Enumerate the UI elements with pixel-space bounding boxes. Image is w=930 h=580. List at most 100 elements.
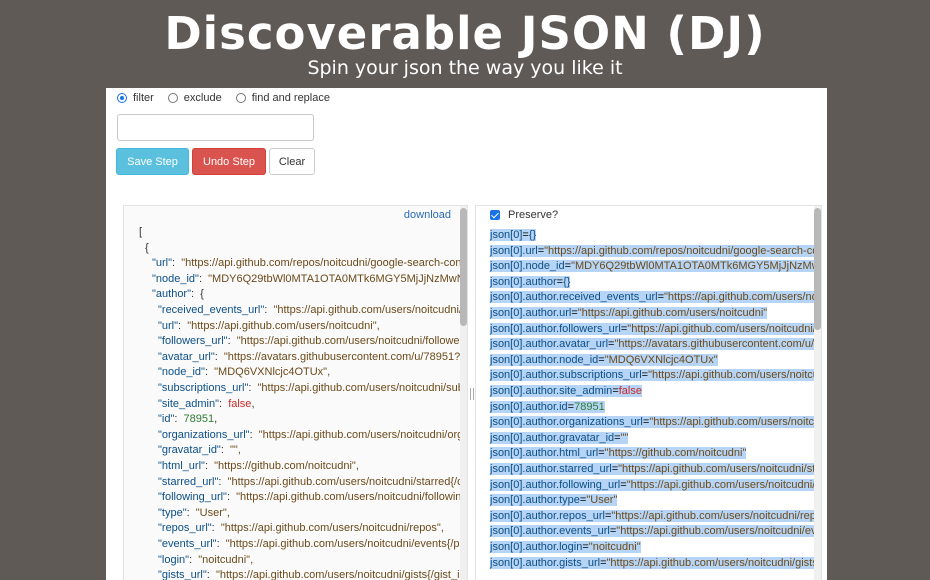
path-line[interactable]: json[0].author.gravatar_id="" (490, 431, 629, 446)
json-line[interactable]: "avatar_url": "https://avatars.githubuse… (158, 350, 467, 364)
path-line[interactable]: json[0].author.site_admin=false (490, 384, 642, 399)
json-line[interactable]: "followers_url": "https://api.github.com… (158, 334, 467, 348)
json-line[interactable]: "node_id": "MDY6Q29tbWl0MTA1OTA0MTk6MGY5… (152, 272, 467, 286)
path-line[interactable]: json[0].author.events_url="https://api.g… (490, 524, 821, 539)
json-value: "https://api.github.com/users/noitcudni/… (236, 491, 467, 504)
left-scrollbar[interactable] (460, 206, 467, 580)
json-source-panel[interactable]: download [{"url": "https://api.github.co… (123, 205, 468, 580)
path-line[interactable]: json[0]={} (490, 228, 537, 243)
download-link[interactable]: download (404, 209, 451, 221)
path-key: json[0].author.subscriptions_url (490, 369, 642, 382)
json-line[interactable]: "gists_url": "https://api.github.com/use… (158, 568, 467, 580)
preserve-toggle[interactable]: Preserve? (490, 209, 558, 221)
json-line[interactable]: "starred_url": "https://api.github.com/u… (158, 475, 467, 489)
mode-find-replace[interactable]: find and replace (235, 92, 330, 104)
path-line[interactable]: json[0].author.subscriptions_url="https:… (490, 368, 821, 383)
path-line[interactable]: json[0].author.following_url="https://ap… (490, 478, 821, 493)
json-key: "following_url" (158, 491, 227, 504)
path-line[interactable]: json[0].author.starred_url="https://api.… (490, 462, 822, 477)
path-value: "https://api.github.com/users/noitcudni/… (618, 463, 822, 475)
save-step-button[interactable]: Save Step (116, 148, 189, 175)
json-punct: : (189, 553, 199, 566)
json-line[interactable]: { (145, 241, 149, 255)
exclude-radio[interactable] (167, 93, 178, 103)
json-value: "https://api.github.com/repos/noitcudni/… (181, 257, 468, 270)
json-line[interactable]: "site_admin": false, (158, 397, 255, 411)
selected-text: json[0].author.organizations_url="https:… (490, 416, 821, 429)
json-value: "https://api.github.com/users/noitcudni/… (273, 304, 468, 316)
selected-text: json[0].author.type="User" (490, 494, 618, 507)
json-line[interactable]: "events_url": "https://api.github.com/us… (158, 537, 467, 551)
json-line[interactable]: "organizations_url": "https://api.github… (158, 428, 468, 442)
path-line[interactable]: json[0].author.repos_url="https://api.gi… (490, 509, 821, 524)
json-line[interactable]: "repos_url": "https://api.github.com/use… (158, 521, 444, 535)
json-key: "organizations_url" (158, 428, 250, 441)
path-key: json[0].author.received_events_url (490, 291, 658, 304)
path-line[interactable]: json[0].author={} (490, 275, 571, 290)
json-punct: : (226, 491, 237, 504)
mode-filter-label: filter (133, 92, 154, 104)
json-punct: : (249, 428, 259, 441)
json-line[interactable]: "url": "https://api.github.com/repos/noi… (152, 256, 468, 270)
path-value: "MDY6Q29tbWl0MTA1OTA0MTk6MGY5MjJjNzMwNjU… (571, 260, 822, 273)
path-line[interactable]: json[0].url="https://api.github.com/repo… (490, 244, 821, 259)
json-key: "url" (152, 257, 173, 270)
path-key: json[0].author.gists_url (490, 556, 601, 569)
mode-filter[interactable]: filter (117, 92, 154, 104)
json-line[interactable]: "node_id": "MDQ6VXNlcjc4OTUx", (158, 365, 330, 379)
json-key: "html_url" (158, 460, 205, 472)
path-line[interactable]: json[0].node_id="MDY6Q29tbWl0MTA1OTA0MTk… (490, 259, 822, 274)
json-line[interactable]: "type": "User", (158, 506, 230, 520)
find-replace-radio[interactable] (235, 93, 246, 103)
json-value: "", (230, 444, 241, 457)
json-line[interactable]: "id": 78951, (158, 412, 217, 426)
path-key: json[0].author.starred_url (490, 463, 612, 475)
json-line[interactable]: "url": "https://api.github.com/users/noi… (158, 319, 380, 333)
json-key: "url" (158, 319, 179, 332)
left-scrollbar-thumb[interactable] (460, 208, 467, 326)
query-input[interactable] (117, 114, 314, 141)
preserve-checkbox[interactable] (490, 210, 500, 220)
path-line[interactable]: json[0].author.node_id="MDQ6VXNlcjc4OTUx… (490, 353, 718, 368)
json-punct: : (174, 413, 184, 426)
path-value: "https://api.github.com/repos/noitcudni/… (544, 244, 821, 257)
json-value: "https://api.github.com/users/noitcudni/… (258, 428, 468, 441)
path-value: "https://api.github.com/users/noitcudni/… (664, 291, 821, 304)
path-line[interactable]: json[0].author.followers_url="https://ap… (490, 322, 821, 337)
path-value: "https://api.github.com/users/noitcudni/… (648, 369, 821, 382)
panel-splitter-handle[interactable] (470, 388, 474, 400)
selected-text: json[0].author.html_url="https://github.… (490, 447, 747, 460)
json-punct: : (214, 350, 224, 363)
path-line[interactable]: json[0].author.received_events_url="http… (490, 290, 821, 305)
mode-exclude[interactable]: exclude (167, 92, 222, 104)
json-punct: : (211, 522, 221, 535)
json-key: "gravatar_id" (158, 444, 221, 457)
path-line[interactable]: json[0].author.organizations_url="https:… (490, 415, 821, 430)
json-key: "followers_url" (158, 335, 228, 348)
path-line[interactable]: json[0].author.html_url="https://github.… (490, 446, 747, 461)
json-line[interactable]: "subscriptions_url": "https://api.github… (158, 381, 467, 395)
right-scrollbar[interactable] (814, 206, 821, 580)
path-output-panel[interactable]: Preserve? json[0]={} json[0].url="https:/… (475, 205, 822, 580)
path-key: json[0].author.organizations_url (490, 416, 643, 429)
json-line[interactable]: "html_url": "https://github.com/noitcudn… (158, 459, 359, 473)
filter-radio[interactable] (117, 93, 127, 103)
path-value: "https://api.github.com/users/noitcudni/… (649, 416, 821, 429)
right-scrollbar-thumb[interactable] (814, 208, 821, 330)
json-line[interactable]: "gravatar_id": "", (158, 443, 241, 457)
path-line[interactable]: json[0].author.url="https://api.github.c… (490, 306, 768, 321)
json-line[interactable]: "login": "noitcudni", (158, 553, 253, 567)
path-line[interactable]: json[0].author.avatar_url="https://avata… (490, 337, 821, 352)
path-value: 78951 (574, 400, 605, 413)
json-value: "https://api.github.com/users/noitcudni/… (220, 522, 444, 535)
path-line[interactable]: json[0].author.login="noitcudni" (490, 540, 641, 555)
json-line[interactable]: [ (139, 225, 142, 239)
path-line[interactable]: json[0].author.gists_url="https://api.gi… (490, 556, 821, 571)
undo-step-button[interactable]: Undo Step (192, 148, 266, 175)
path-line[interactable]: json[0].author.id=78951 (490, 400, 605, 415)
clear-button[interactable]: Clear (269, 148, 315, 175)
path-line[interactable]: json[0].author.type="User" (490, 493, 618, 508)
json-line[interactable]: "following_url": "https://api.github.com… (158, 490, 467, 504)
json-line[interactable]: "received_events_url": "https://api.gith… (158, 303, 468, 317)
json-line[interactable]: "author": { (152, 287, 204, 301)
